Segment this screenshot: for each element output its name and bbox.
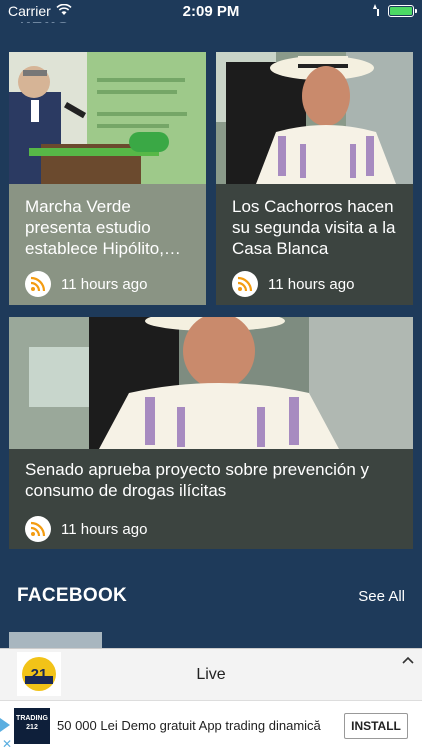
install-button[interactable]: INSTALL — [344, 713, 408, 739]
orientation-lock-icon — [373, 3, 383, 19]
ad-text[interactable]: 50 000 Lei Demo gratuit App trading dina… — [57, 718, 321, 733]
article-card[interactable]: Senado aprueba proyecto sobre prevención… — [9, 317, 413, 549]
article-title[interactable]: Senado aprueba proyecto sobre prevención… — [25, 459, 401, 501]
article-image — [9, 52, 206, 184]
ad-play-icon[interactable] — [0, 718, 10, 732]
live-player-bar[interactable]: 21 Live — [0, 648, 422, 700]
rss-icon — [232, 271, 258, 297]
chevron-up-icon[interactable] — [402, 651, 414, 667]
article-card[interactable]: Los Cachorros hacen su segunda visita a … — [216, 52, 413, 305]
article-time: 11 hours ago — [268, 275, 355, 293]
article-image — [9, 317, 413, 449]
status-time: 2:09 PM — [182, 2, 240, 20]
battery-icon — [388, 5, 417, 17]
close-icon[interactable]: ✕ — [2, 737, 12, 750]
ad-logo: TRADING 212 — [14, 708, 50, 744]
rss-icon — [25, 271, 51, 297]
see-all-link[interactable]: See All — [358, 588, 405, 605]
facebook-section-header: FACEBOOK See All — [17, 585, 405, 607]
article-title[interactable]: Los Cachorros hacen su segunda visita a … — [232, 196, 401, 259]
status-bar: Carrier 2:09 PM — [0, 0, 422, 22]
article-time: 11 hours ago — [61, 275, 148, 293]
carrier-label: Carrier — [8, 3, 51, 19]
live-label: Live — [196, 666, 226, 683]
section-title: FACEBOOK — [17, 585, 128, 606]
article-title[interactable]: Marcha Verde presenta estudio establece … — [25, 196, 194, 259]
rss-icon — [25, 516, 51, 542]
ad-banner[interactable]: ✕ TRADING 212 50 000 Lei Demo gratuit Ap… — [0, 700, 422, 750]
wifi-icon — [56, 3, 72, 19]
article-time: 11 hours ago — [61, 520, 148, 538]
article-card[interactable]: Marcha Verde presenta estudio establece … — [9, 52, 206, 305]
article-image — [216, 52, 413, 184]
